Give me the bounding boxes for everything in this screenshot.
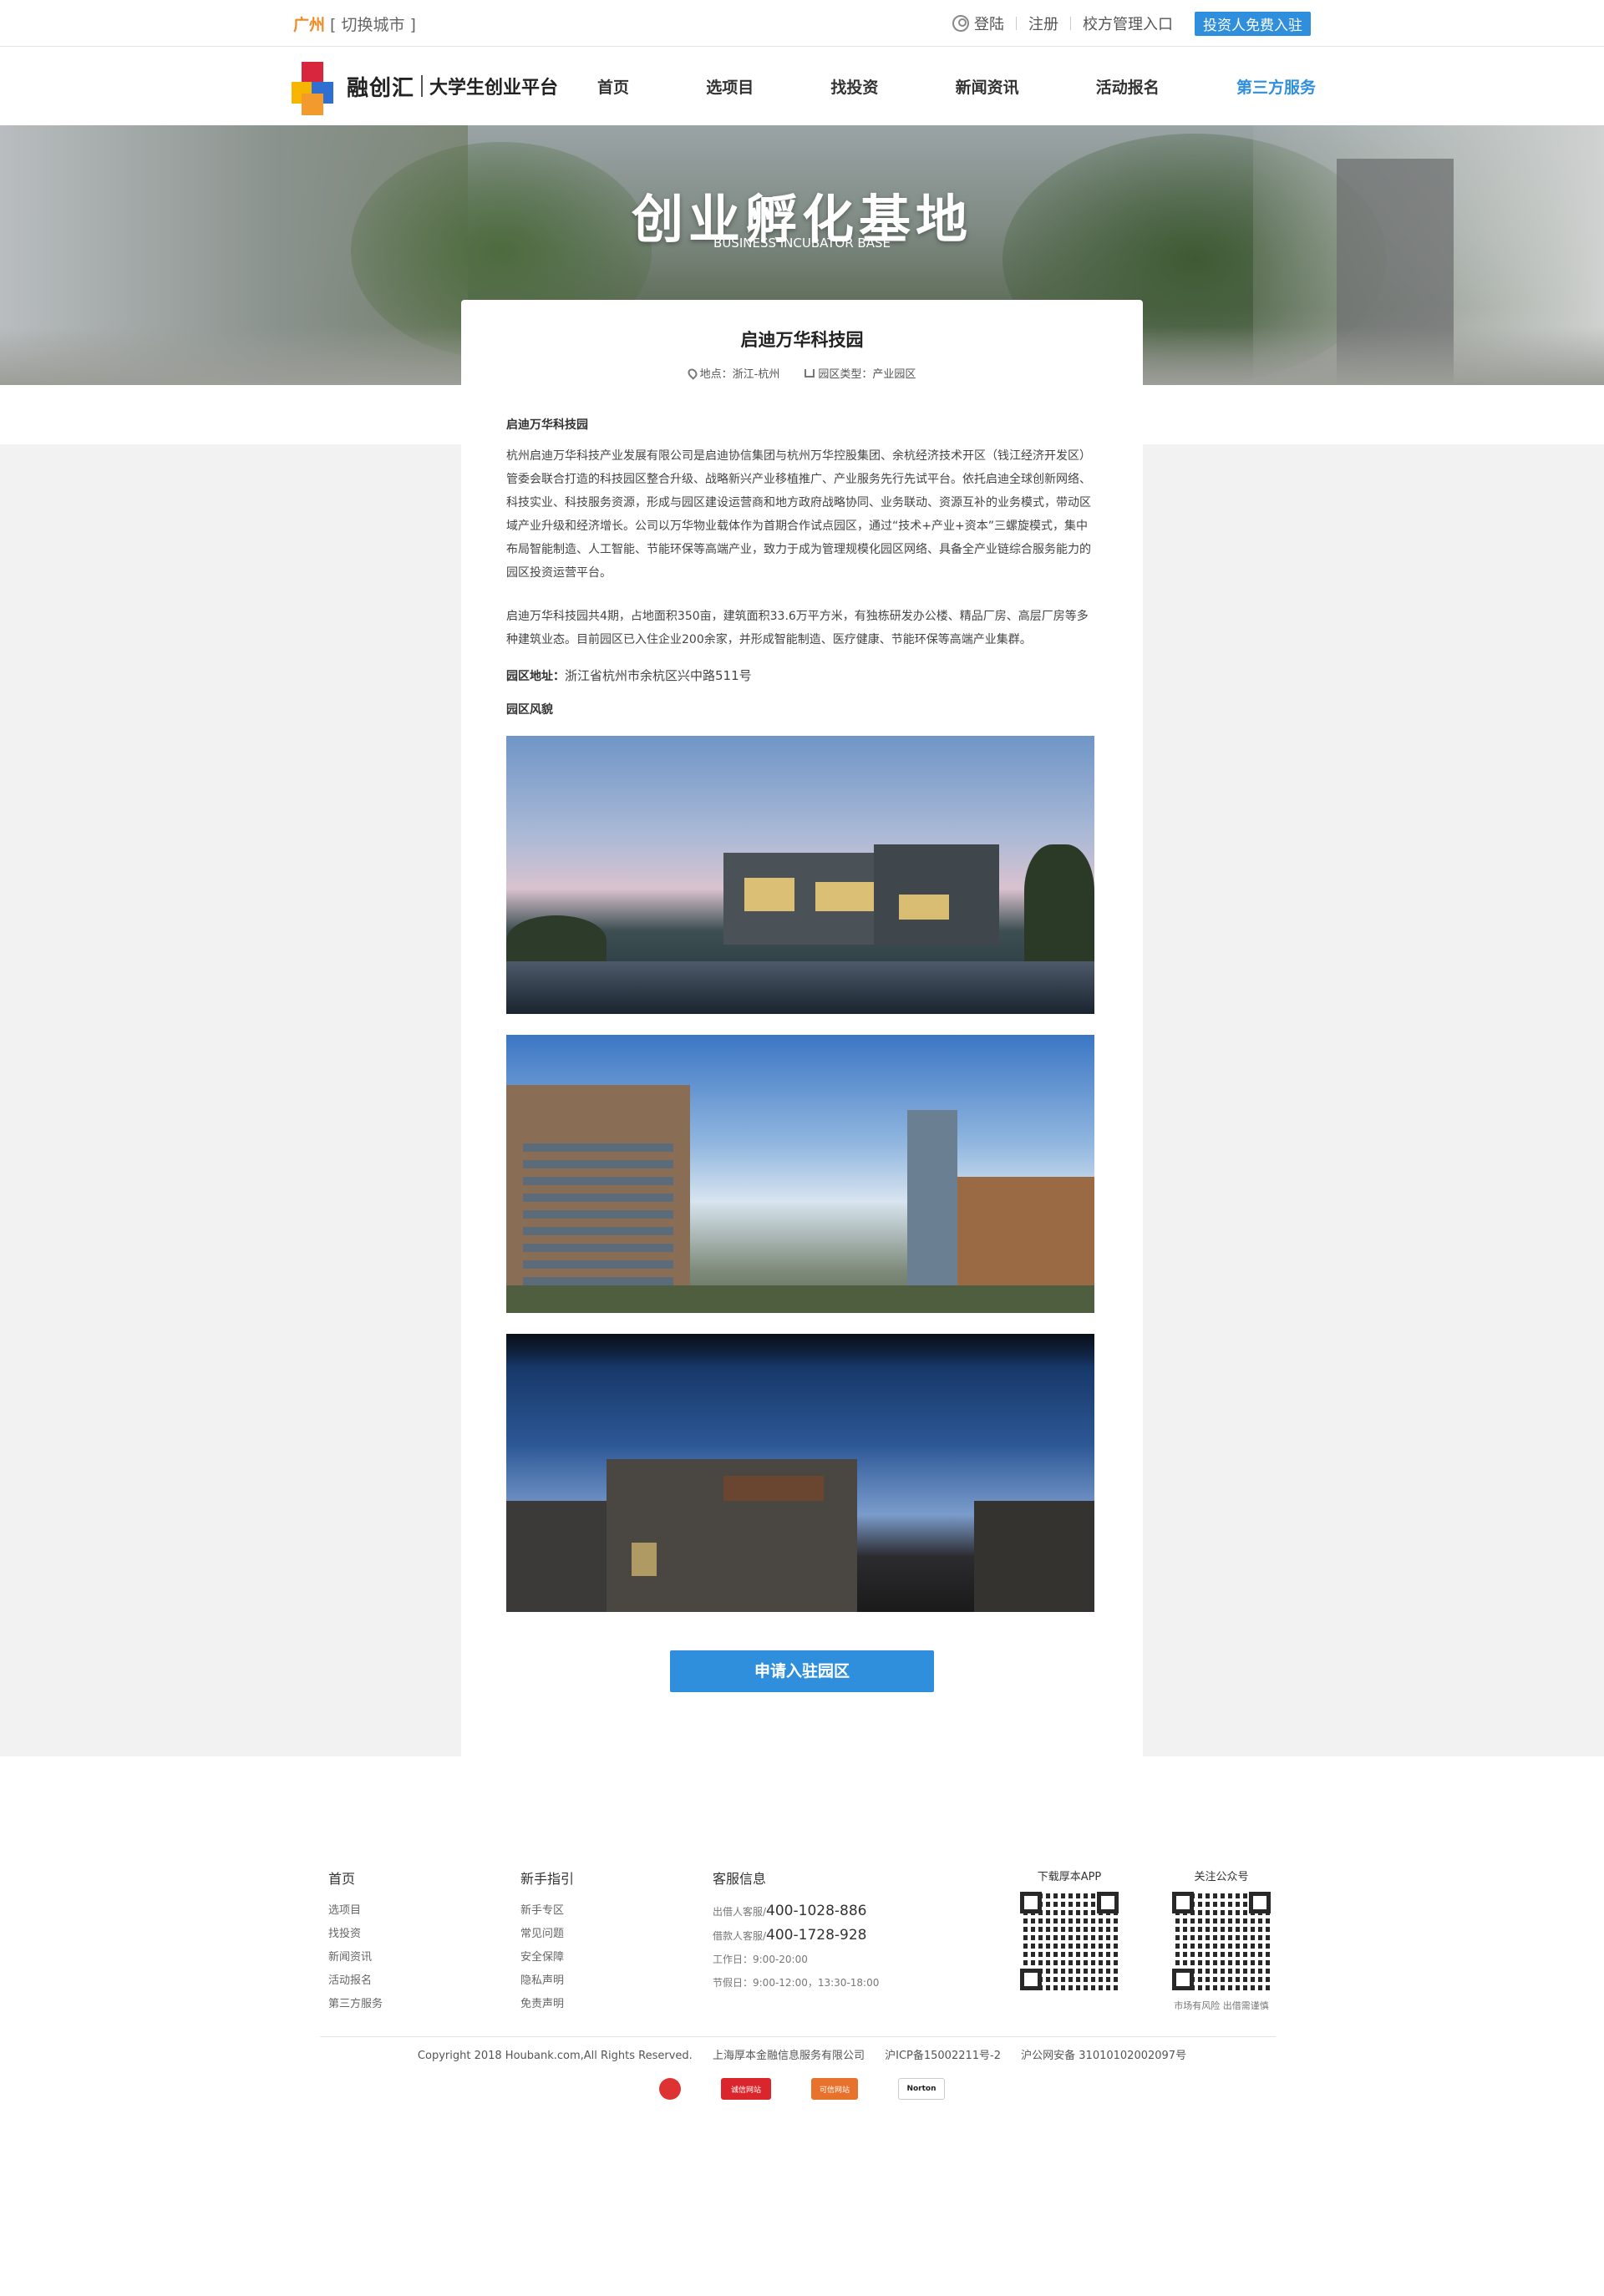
register-link[interactable]: 注册 — [1028, 13, 1058, 34]
logo-subtitle: 大学生创业平台 — [429, 78, 559, 99]
footer-link[interactable]: 隐私声明 — [520, 1969, 713, 1993]
park-location: 地点：浙江-杭州 — [685, 365, 780, 381]
app-download: 下载厚本APP — [1011, 1868, 1128, 1990]
divider — [1070, 17, 1071, 30]
apply-park-button[interactable]: 申请入驻园区 — [670, 1650, 934, 1692]
footer-link[interactable]: 找投资 — [328, 1923, 520, 1946]
footer-link[interactable]: 第三方服务 — [328, 1993, 520, 2016]
nav-item-third-party[interactable]: 第三方服务 — [1236, 75, 1316, 98]
location-pin-icon — [685, 366, 699, 380]
main-nav: 融创汇 大学生创业平台 首页 选项目 找投资 新闻资讯 活动报名 第三方服务 — [0, 47, 1604, 125]
nav-item-investment[interactable]: 找投资 — [830, 75, 878, 98]
logo-divider — [421, 75, 424, 97]
footer-col-home: 首页 选项目 找投资 新闻资讯 活动报名 第三方服务 — [328, 1868, 520, 2016]
address-label: 园区地址： — [506, 670, 565, 683]
wechat-qr-code-icon[interactable] — [1172, 1892, 1271, 1990]
nav-item-news[interactable]: 新闻资讯 — [956, 75, 1019, 98]
copyright-bar: Copyright 2018 Houbank.com,All Rights Re… — [0, 2046, 1604, 2062]
top-bar: 广州[ 切换城市 ] 登陆 注册 校方管理入口 投资人免费入驻 — [0, 0, 1604, 47]
footer-link[interactable]: 新手专区 — [520, 1899, 713, 1923]
city-switcher[interactable]: 广州[ 切换城市 ] — [293, 13, 416, 35]
nav-item-home[interactable]: 首页 — [597, 75, 629, 98]
address-value: 浙江省杭州市余杭区兴中路511号 — [565, 668, 752, 683]
icp-number[interactable]: 沪ICP备15002211号-2 — [885, 2050, 1001, 2062]
user-icon — [952, 15, 969, 32]
police-badge-icon[interactable] — [659, 2078, 681, 2100]
footer-link[interactable]: 选项目 — [328, 1899, 520, 1923]
credible-site-badge[interactable]: 可信网站 — [811, 2078, 858, 2100]
footer-columns: 首页 选项目 找投资 新闻资讯 活动报名 第三方服务 新手指引 新手专区 常见问… — [328, 1868, 963, 2016]
nav-item-events[interactable]: 活动报名 — [1096, 75, 1160, 98]
divider — [1016, 17, 1017, 30]
park-location-text: 地点：浙江-杭州 — [699, 368, 780, 381]
nav-list: 首页 选项目 找投资 新闻资讯 活动报名 第三方服务 — [597, 75, 1316, 98]
footer-link[interactable]: 活动报名 — [328, 1969, 520, 1993]
footer-col-service: 客服信息 出借人客服/400-1028-886 借款人客服/400-1728-9… — [713, 1868, 963, 2016]
switch-city-link[interactable]: [ 切换城市 ] — [330, 16, 416, 34]
trust-site-badge[interactable]: 诚信网站 — [721, 2078, 771, 2100]
police-record[interactable]: 沪公网安备 31010102002097号 — [1021, 2050, 1186, 2062]
company-name: 上海厚本金融信息服务有限公司 — [712, 2050, 865, 2062]
footer-link[interactable]: 常见问题 — [520, 1923, 713, 1946]
lender-service: 出借人客服/400-1028-886 — [713, 1903, 867, 1919]
park-photo-3 — [506, 1334, 1094, 1612]
risk-note: 市场有风险 出借需谨慎 — [1174, 2000, 1269, 2011]
logo-name: 融创汇 — [347, 75, 415, 101]
banner-subtitle: BUSINESS INCUBATOR BASE — [713, 236, 891, 251]
wechat-follow: 关注公众号 市场有风险 出借需谨慎 — [1163, 1868, 1280, 2012]
trust-badges: 诚信网站 可信网站 Norton — [0, 2078, 1604, 2100]
scene-title: 园区风貌 — [506, 703, 553, 717]
park-photo-1 — [506, 736, 1094, 1014]
app-qr-code-icon[interactable] — [1020, 1892, 1119, 1990]
footer-col-title: 客服信息 — [713, 1871, 767, 1887]
borrower-service: 借款人客服/400-1728-928 — [713, 1927, 867, 1944]
footer: 首页 选项目 找投资 新闻资讯 活动报名 第三方服务 新手指引 新手专区 常见问… — [0, 1812, 1604, 2296]
footer-col-title: 新手指引 — [520, 1871, 575, 1887]
nav-item-projects[interactable]: 选项目 — [706, 75, 754, 98]
workday-hours: 工作日：9:00-20:00 — [713, 1954, 808, 1965]
app-download-title: 下载厚本APP — [1037, 1871, 1102, 1883]
top-links: 登陆 注册 校方管理入口 投资人免费入驻 — [952, 11, 1311, 36]
park-body: 启迪万华科技园 杭州启迪万华科技产业发展有限公司是启迪协信集团与杭州万华控股集团… — [461, 381, 1143, 1692]
park-photo-2 — [506, 1035, 1094, 1313]
lender-phone: 400-1028-886 — [766, 1903, 867, 1919]
park-intro: 杭州启迪万华科技产业发展有限公司是启迪协信集团与杭州万华控股集团、余杭经济技术开… — [506, 449, 1091, 580]
footer-col-title[interactable]: 首页 — [328, 1868, 520, 1888]
logo[interactable]: 融创汇 大学生创业平台 — [288, 62, 597, 115]
park-detail-card: 启迪万华科技园 地点：浙江-杭州 园区类型：产业园区 启迪万华科技园 杭州启迪万… — [461, 300, 1143, 1789]
holiday-hours: 节假日：9:00-12:00，13:30-18:00 — [713, 1977, 880, 1989]
school-admin-link[interactable]: 校方管理入口 — [1083, 13, 1173, 34]
park-detail: 启迪万华科技园共4期，占地面积350亩，建筑面积33.6万平方米，有独栋研发办公… — [506, 610, 1089, 646]
footer-link[interactable]: 新闻资讯 — [328, 1946, 520, 1969]
footer-divider — [320, 2036, 1276, 2037]
section-title: 启迪万华科技园 — [506, 418, 588, 432]
park-type: 园区类型：产业园区 — [805, 365, 916, 381]
footer-col-guide: 新手指引 新手专区 常见问题 安全保障 隐私声明 免责声明 — [520, 1868, 713, 2016]
park-meta: 地点：浙江-杭州 园区类型：产业园区 — [461, 365, 1143, 381]
login-link[interactable]: 登陆 — [974, 13, 1004, 34]
borrower-phone: 400-1728-928 — [766, 1927, 867, 1944]
logo-cube-icon — [288, 62, 337, 115]
norton-badge[interactable]: Norton — [898, 2078, 945, 2100]
footer-link[interactable]: 安全保障 — [520, 1946, 713, 1969]
park-type-text: 园区类型：产业园区 — [818, 368, 916, 381]
investor-join-button[interactable]: 投资人免费入驻 — [1195, 11, 1311, 36]
park-name: 启迪万华科技园 — [740, 330, 864, 350]
footer-link[interactable]: 免责声明 — [520, 1993, 713, 2016]
wechat-title: 关注公众号 — [1194, 1871, 1249, 1883]
park-address: 园区地址：浙江省杭州市余杭区兴中路511号 — [506, 666, 1098, 684]
current-city: 广州 — [293, 15, 326, 34]
copyright-text: Copyright 2018 Houbank.com,All Rights Re… — [417, 2050, 693, 2062]
home-icon — [805, 368, 815, 378]
